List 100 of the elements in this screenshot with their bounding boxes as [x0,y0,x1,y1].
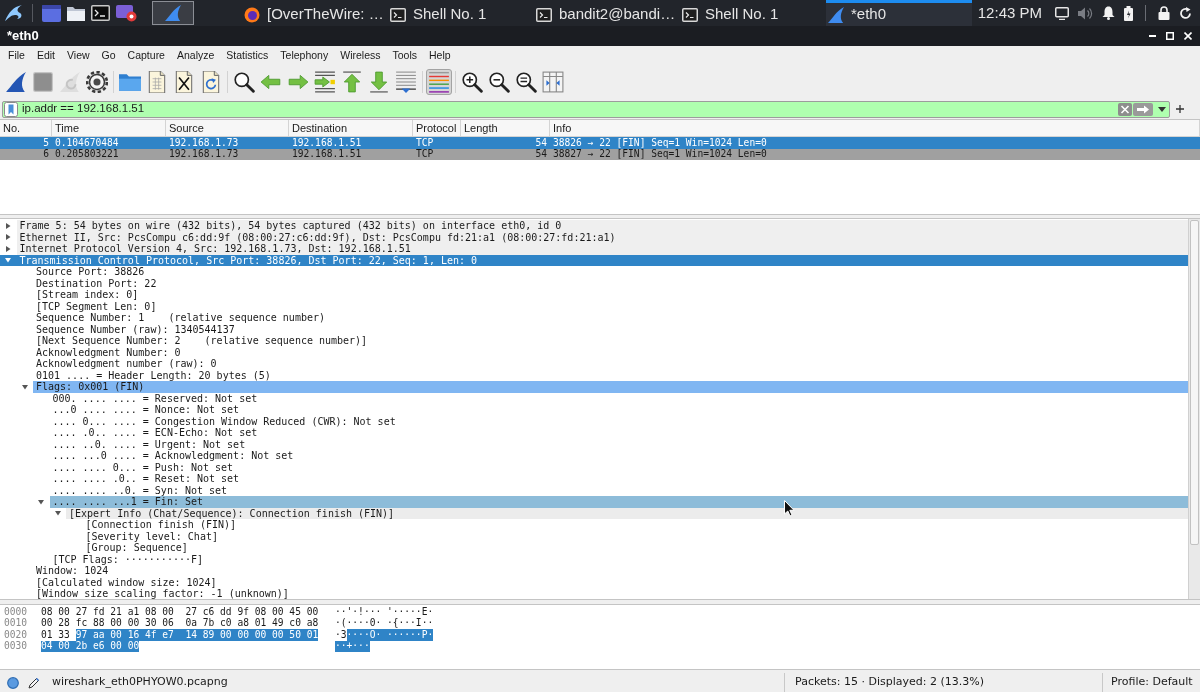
ascii-bytes[interactable]: ·(····0· ·{···I·· [335,617,434,629]
close-icon[interactable] [1184,32,1192,40]
triangle-down-icon[interactable] [5,257,12,264]
tree-item[interactable]: Flags: 0x001 (FIN) [33,381,1188,393]
tree-item[interactable]: ...0 .... .... = Nonce: Not set [49,404,242,416]
tree-item[interactable]: 0101 .... = Header Length: 20 bytes (5) [33,369,273,381]
menu-item[interactable]: File [2,46,31,65]
capture-options-button[interactable] [84,69,110,95]
tree-item[interactable]: [Group: Sequence] [82,542,190,554]
tree-item[interactable]: Window: 1024 [33,565,111,577]
folder-icon[interactable] [67,5,85,21]
column-header[interactable]: Source [166,120,289,136]
menu-item[interactable]: Tools [386,46,423,65]
bell-icon[interactable] [1102,6,1115,20]
colorize-button[interactable] [426,69,452,95]
tree-item[interactable]: Internet Protocol Version 4, Src: 192.168.1.73, Dst: 192.168.1.51 [16,243,1188,255]
menu-item[interactable]: Statistics [220,46,275,65]
speaker-icon[interactable] [1078,6,1093,20]
display-filter-field[interactable]: ip.addr == 192.168.1.51 [2,100,1170,118]
ascii-bytes[interactable]: ····O· ······P· [346,629,434,641]
taskbar-task[interactable]: Shell No. 1 [680,0,826,26]
circle-icon[interactable] [7,676,19,689]
refresh-icon[interactable] [1179,6,1192,20]
ascii-bytes[interactable]: ··'·!··· '·····E· [335,606,434,618]
tree-item[interactable]: [Next Sequence Number: 2 (relative sequence number)] [33,335,370,347]
clock[interactable]: 12:43 PM [977,1,1042,25]
hex-bytes[interactable]: 00 28 fc 88 00 00 30 06 0a 7b c0 a8 01 49 c0 a8 [41,617,319,629]
taskbar-task[interactable]: bandit2@bandi… [534,0,680,26]
caret-down-icon[interactable] [1158,106,1166,112]
battery-icon[interactable] [1124,5,1133,21]
column-header[interactable]: Info [550,120,1200,136]
tree-item[interactable]: [TCP Segment Len: 0] [33,300,159,312]
column-header[interactable]: Protocol [413,120,461,136]
tree-item[interactable]: Destination Port: 22 [33,277,159,289]
menu-item[interactable]: Analyze [170,46,221,65]
tree-item[interactable]: .... .... ...1 = Fin: Set [49,496,1188,508]
menu-item[interactable]: Help [423,46,457,65]
column-header[interactable]: No. [0,120,52,136]
tree-item[interactable]: Acknowledgment number (raw): 0 [33,358,219,370]
tree-item[interactable]: Acknowledgment Number: 0 [33,346,183,358]
taskbar-task[interactable]: [OverTheWire: … [242,0,388,26]
tree-item[interactable]: Source Port: 38826 [33,266,147,278]
packet-row[interactable]: 5 0.104670484 192.168.1.73 192.168.1.51 TCP 54 38826 → 22 [FIN] Seq=1 Win=1024 Len=0 [0,137,1200,149]
ascii-bytes[interactable]: ·3 [335,629,347,641]
menu-item[interactable]: Telephony [274,46,335,65]
arrow-right-icon[interactable] [1133,102,1153,116]
tree-item[interactable]: .... ...0 .... = Acknowledgment: Not set [49,450,296,462]
vertical-scrollbar[interactable] [1188,219,1200,599]
normal-size-button[interactable] [513,69,539,95]
triangle-right-icon[interactable] [5,222,12,229]
tree-item[interactable]: .... .... .0.. = Reset: Not set [49,473,242,485]
triangle-down-icon[interactable] [38,498,45,505]
display-icon[interactable] [1055,6,1069,20]
tree-item[interactable]: Sequence Number: 1 (relative sequence number) [33,312,327,324]
plus-icon[interactable] [1176,105,1184,113]
tree-item[interactable]: Transmission Control Protocol, Src Port: 38826, Dst Port: 22, Seq: 1, Len: 0 [16,254,480,266]
find-packet-button[interactable] [231,69,257,95]
go-to-packet-button[interactable] [312,69,338,95]
maximize-icon[interactable] [1166,32,1174,40]
taskbar-task[interactable]: Shell No. 1 [388,0,534,26]
tree-item[interactable]: .... ..0. .... = Urgent: Not set [49,438,248,450]
triangle-right-icon[interactable] [5,234,12,241]
tree-item[interactable]: [Severity level: Chat] [82,530,220,542]
hex-bytes[interactable]: 01 33 [41,629,70,641]
triangle-down-icon[interactable] [54,510,61,517]
window-icon[interactable] [42,4,61,22]
zoom-out-button[interactable] [486,69,512,95]
column-header[interactable]: Time [52,120,166,136]
taskbar-task[interactable]: *eth0 [826,0,972,26]
app-switcher-button[interactable] [152,1,194,25]
tree-item[interactable]: Frame 5: 54 bytes on wire (432 bits), 54 bytes captured (432 bits) on interface eth0, id 0 [16,220,1188,232]
menu-item[interactable]: Wireless [334,46,387,65]
autoscroll-button[interactable] [393,69,419,95]
menu-item[interactable]: Capture [121,46,171,65]
screen-record-icon[interactable] [116,4,137,22]
tree-item[interactable]: .... 0... .... = Congestion Window Reduced (CWR): Not set [49,415,398,427]
menu-item[interactable]: View [61,46,96,65]
lock-icon[interactable] [1158,6,1170,20]
tree-item[interactable]: .... .0.. .... = ECN-Echo: Not set [49,427,260,439]
hex-bytes[interactable]: 97 aa 00 16 4f e7 14 89 00 00 00 00 50 01 [75,629,319,641]
tree-item[interactable]: [TCP Flags: ···········F] [49,553,205,565]
triangle-down-icon[interactable] [21,383,28,390]
pencil-icon[interactable] [28,676,40,689]
tree-item[interactable]: [Window size scaling factor: -1 (unknown)] [33,588,291,600]
tree-item[interactable]: [Calculated window size: 1024] [33,576,219,588]
tree-item[interactable]: Sequence Number (raw): 1340544137 [33,323,237,335]
tree-item[interactable]: .... .... 0... = Push: Not set [49,461,236,473]
column-header[interactable]: Length [461,120,550,136]
menu-item[interactable]: Go [95,46,122,65]
start-capture-button[interactable] [3,69,29,95]
zoom-in-button[interactable] [459,69,485,95]
menu-item[interactable]: Edit [30,46,61,65]
tree-item[interactable]: [Stream index: 0] [33,289,141,301]
triangle-right-icon[interactable] [5,245,12,252]
tree-item[interactable]: .... .... ..0. = Syn: Not set [49,484,230,496]
terminal-icon[interactable] [91,5,110,21]
hex-bytes[interactable]: 08 00 27 fd 21 a1 08 00 27 c6 dd 9f 08 00 45 00 [41,606,319,618]
tree-item[interactable]: 000. .... .... = Reserved: Not set [49,392,260,404]
bookmark-icon[interactable] [4,101,18,117]
clear-icon[interactable] [1118,102,1132,116]
